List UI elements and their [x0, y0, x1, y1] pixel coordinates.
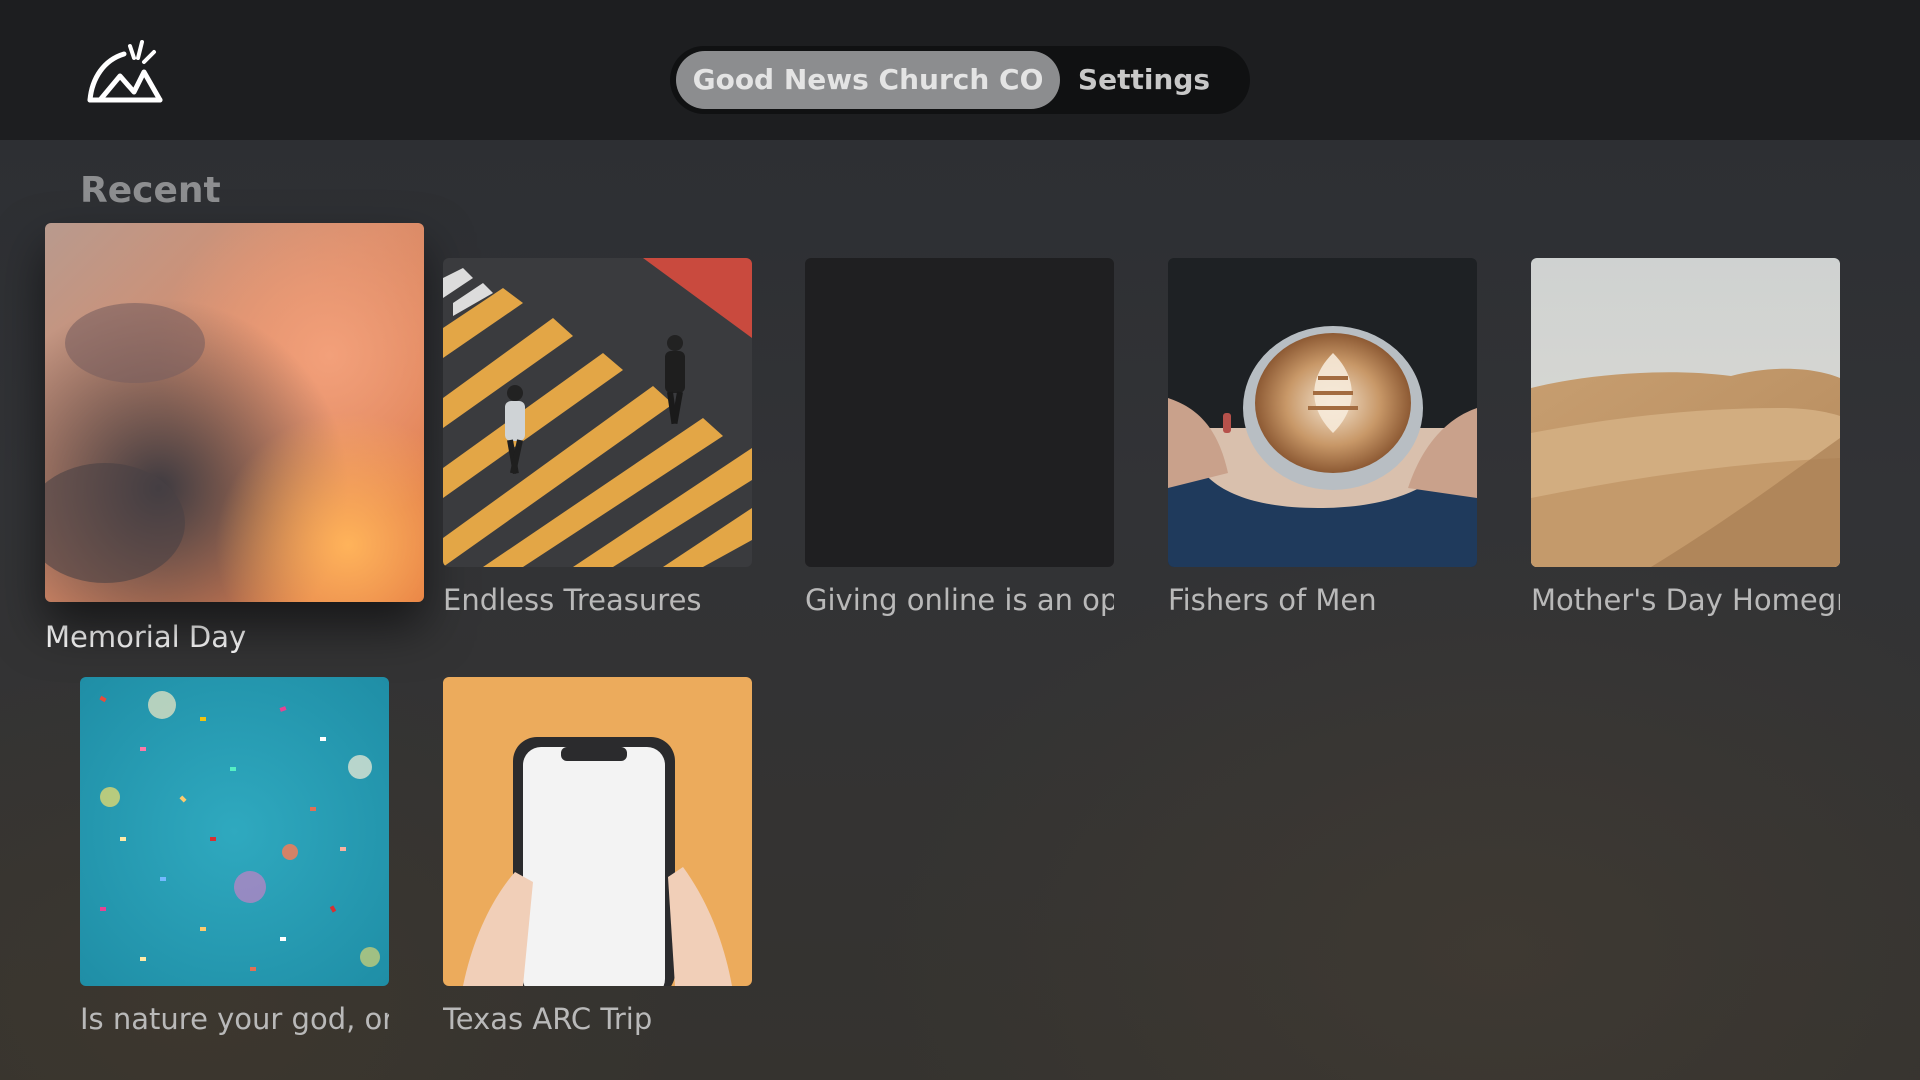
- tile-title: Giving online is an opti: [805, 583, 1114, 617]
- tile-title: Is nature your god, or a: [80, 1002, 389, 1036]
- media-tile-fishers-of-men[interactable]: Fishers of Men: [1168, 258, 1477, 617]
- tile-title: Memorial Day: [45, 620, 247, 654]
- top-bar: Good News Church CO Settings: [0, 0, 1920, 140]
- thumbnail-confetti: [80, 677, 389, 986]
- thumbnail-latte-cup: [1168, 258, 1477, 567]
- media-tile-endless-treasures[interactable]: Endless Treasures: [443, 258, 752, 617]
- media-tile-texas-arc-trip[interactable]: Texas ARC Trip: [443, 677, 752, 1036]
- thumbnail-blank: [805, 258, 1114, 567]
- tab-good-news-church-co[interactable]: Good News Church CO: [676, 51, 1060, 109]
- thumbnail-phone-in-hands: [443, 677, 752, 986]
- thumbnail-desert-dunes: [1531, 258, 1840, 567]
- tile-title: Mother's Day Homegr: [1531, 583, 1840, 617]
- media-tile-mothers-day[interactable]: Mother's Day Homegr: [1531, 258, 1840, 617]
- tile-title: Texas ARC Trip: [443, 1002, 653, 1036]
- media-tile-memorial-day[interactable]: Memorial Day: [45, 223, 424, 654]
- thumbnail-crosswalk-pedestrians: [443, 258, 752, 567]
- thumbnail-sunset-clouds: [45, 223, 424, 602]
- media-tile-is-nature-your-god[interactable]: Is nature your god, or a: [80, 677, 389, 1036]
- tab-settings[interactable]: Settings: [1064, 51, 1224, 109]
- tile-title: Endless Treasures: [443, 583, 702, 617]
- top-navigation: Good News Church CO Settings: [670, 46, 1250, 114]
- media-tile-giving-online[interactable]: Giving online is an opti: [805, 258, 1114, 617]
- mountain-sun-logo-icon: [86, 38, 164, 104]
- section-title-recent: Recent: [80, 170, 221, 211]
- tile-title: Fishers of Men: [1168, 583, 1377, 617]
